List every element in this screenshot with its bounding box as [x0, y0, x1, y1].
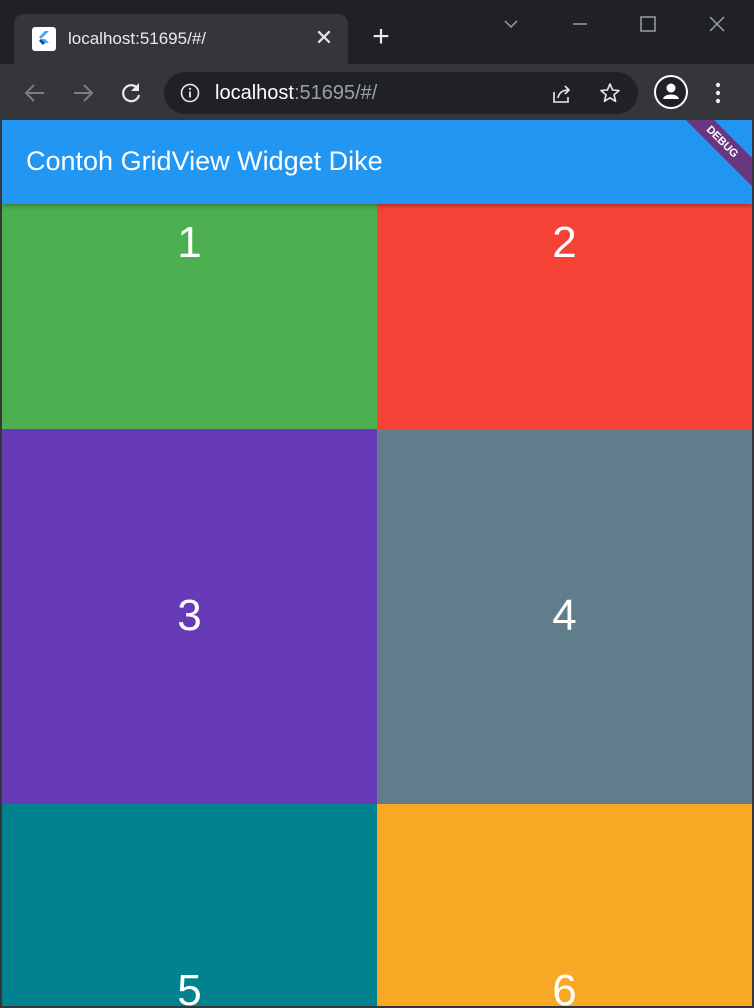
address-bar[interactable]: localhost:51695/#/ — [164, 72, 638, 114]
app-bar: Contoh GridView Widget Dike — [2, 120, 752, 204]
maximize-icon[interactable] — [634, 10, 662, 38]
grid-tile-label: 6 — [552, 966, 577, 1006]
url-text[interactable]: localhost:51695/#/ — [215, 82, 377, 105]
reload-icon[interactable] — [116, 78, 146, 108]
grid-tile[interactable]: 2 — [377, 204, 752, 429]
grid-tile-label: 1 — [177, 218, 202, 267]
profile-avatar-icon[interactable] — [654, 75, 688, 109]
grid-tile[interactable]: 3 — [2, 429, 377, 804]
grid-tile-label: 5 — [177, 966, 202, 1006]
site-info-icon[interactable] — [179, 82, 201, 104]
back-arrow-icon[interactable] — [20, 78, 50, 108]
close-window-icon[interactable] — [703, 10, 731, 38]
grid-tile[interactable]: 4 — [377, 429, 752, 804]
grid-tile-label: 3 — [177, 591, 202, 640]
minimize-icon[interactable] — [566, 10, 594, 38]
tab-title: localhost:51695/#/ — [68, 29, 206, 48]
grid-tile[interactable]: 5 — [2, 804, 377, 1006]
grid-tile[interactable]: 1 — [2, 204, 377, 429]
forward-arrow-icon[interactable] — [68, 78, 98, 108]
bookmark-star-icon[interactable] — [598, 81, 622, 105]
share-icon[interactable] — [550, 82, 574, 106]
browser-tab[interactable]: localhost:51695/#/ ✕ — [14, 14, 348, 64]
grid-tile-label: 4 — [552, 591, 577, 640]
url-host: localhost — [215, 82, 294, 104]
tab-strip: localhost:51695/#/ ✕ + — [0, 0, 754, 64]
app-title: Contoh GridView Widget Dike — [26, 146, 383, 176]
flutter-app: Contoh GridView Widget Dike DEBUG 1 2 3 … — [2, 120, 752, 1006]
grid-tile-label: 2 — [552, 218, 577, 267]
flutter-favicon-icon — [32, 27, 56, 51]
tab-search-icon[interactable] — [497, 10, 525, 38]
new-tab-icon[interactable]: + — [368, 22, 394, 52]
more-menu-icon[interactable] — [706, 78, 730, 108]
url-path: :51695/#/ — [293, 82, 378, 104]
grid-tile[interactable]: 6 — [377, 804, 752, 1006]
browser-toolbar: localhost:51695/#/ — [0, 64, 754, 120]
tab-close-icon[interactable]: ✕ — [312, 26, 336, 50]
grid-view: 1 2 3 4 5 6 — [2, 204, 752, 1006]
browser-window: localhost:51695/#/ ✕ + localhost:51695/#… — [0, 0, 754, 1008]
